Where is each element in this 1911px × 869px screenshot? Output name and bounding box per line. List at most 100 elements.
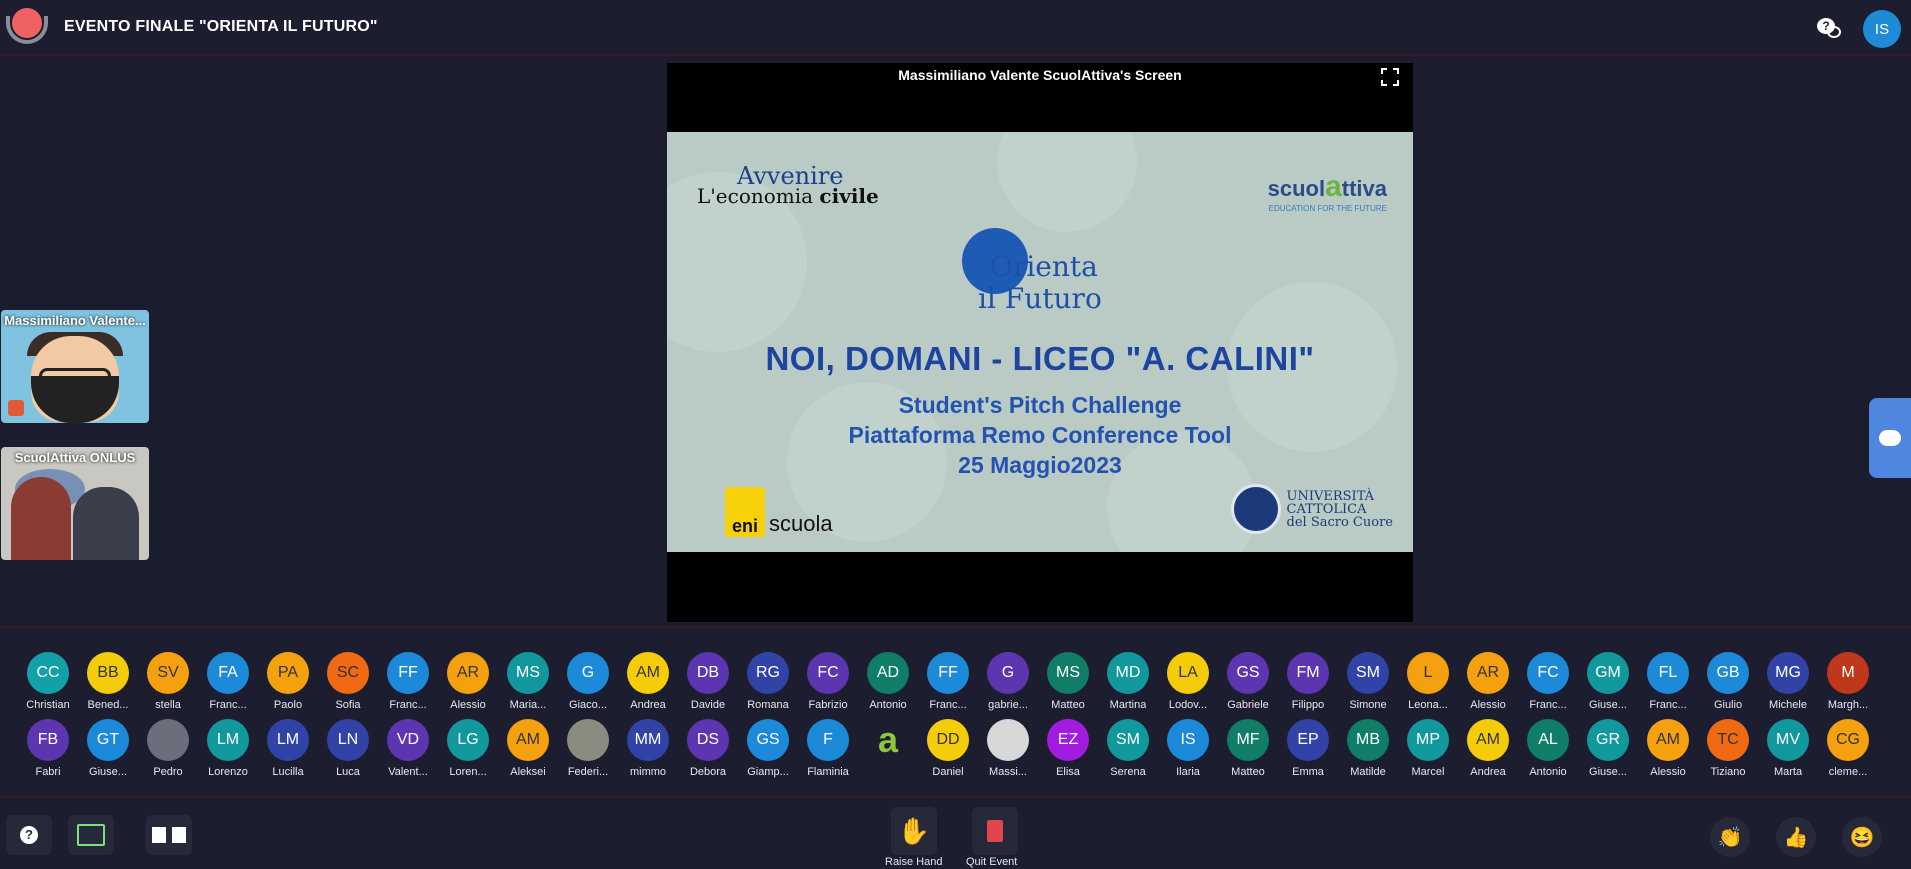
participant[interactable]: L Leona... (1398, 652, 1458, 711)
participant[interactable]: AR Alessio (438, 652, 498, 711)
participant-name: cleme... (1828, 766, 1868, 778)
participant[interactable]: GT Giuse... (78, 719, 138, 778)
participant[interactable]: AM Aleksei (498, 719, 558, 778)
cattolica-logo: UNIVERSITÀ CATTOLICA del Sacro Cuore (1230, 484, 1393, 534)
participant[interactable]: FC Franc... (1518, 652, 1578, 711)
participant[interactable]: AR Alessio (1458, 652, 1518, 711)
emoji-reaction-button[interactable]: 😆 (1842, 817, 1882, 857)
participant-avatar: F (807, 719, 849, 761)
participant-avatar: FF (927, 652, 969, 694)
participant[interactable]: LM Lorenzo (198, 719, 258, 778)
participant-avatar: SC (327, 652, 369, 694)
participant[interactable]: TC Tiziano (1698, 719, 1758, 778)
participant[interactable]: SM Simone (1338, 652, 1398, 711)
participant-avatar: a (867, 719, 909, 761)
participant[interactable]: EP Emma (1278, 719, 1338, 778)
participant[interactable]: VD Valent... (378, 719, 438, 778)
participant-name: Giamp... (747, 766, 789, 778)
participant-name: Matilde (1350, 766, 1386, 778)
participant[interactable]: AM Andrea (618, 652, 678, 711)
participant-name: Fabri (35, 766, 61, 778)
participant[interactable]: MS Matteo (1038, 652, 1098, 711)
participant[interactable]: Ggabrie... (978, 652, 1038, 711)
participant[interactable]: FC Fabrizio (798, 652, 858, 711)
participant[interactable]: DD Daniel (918, 719, 978, 778)
participant[interactable]: LN Luca (318, 719, 378, 778)
participant[interactable]: LG Loren... (438, 719, 498, 778)
clap-reaction-button[interactable]: 👏 (1710, 817, 1750, 857)
participant[interactable]: GS Giamp... (738, 719, 798, 778)
participant-name: Franc... (1649, 699, 1687, 711)
participant-avatar: IS (1167, 719, 1209, 761)
help-chat-icon[interactable]: ? (1817, 16, 1843, 42)
participant-name: Margh... (1827, 699, 1869, 711)
participant[interactable]: CC Christian (18, 652, 78, 711)
scuolattiva-logo: scuolattiva EDUCATION FOR THE FUTURE (1267, 170, 1387, 213)
participant[interactable]: FA Franc... (198, 652, 258, 711)
participant[interactable]: AM Andrea (1458, 719, 1518, 778)
participant[interactable]: a (858, 719, 918, 778)
participant[interactable]: GS Gabriele (1218, 652, 1278, 711)
grid-view-button[interactable] (146, 815, 192, 855)
participant[interactable]: MV Marta (1758, 719, 1818, 778)
participant[interactable]: MM mimmo (618, 719, 678, 778)
participant-avatar: AM (1467, 719, 1509, 761)
raise-hand-button[interactable]: ✋ (891, 807, 937, 855)
help-button[interactable]: ? (6, 815, 52, 855)
quit-event-button[interactable] (972, 807, 1018, 855)
video-tile-speaker[interactable]: Massimiliano Valente... (1, 310, 149, 423)
participant-name: mimmo (629, 766, 667, 778)
participant[interactable]: MB Matilde (1338, 719, 1398, 778)
participant[interactable]: Pedro (138, 719, 198, 778)
participant[interactable]: IS Ilaria (1158, 719, 1218, 778)
participant[interactable]: EZ Elisa (1038, 719, 1098, 778)
participant[interactable]: GB Giulio (1698, 652, 1758, 711)
participant[interactable]: SM Serena (1098, 719, 1158, 778)
participant[interactable]: F Flaminia (798, 719, 858, 778)
participant[interactable]: AD Antonio (858, 652, 918, 711)
participant[interactable]: FL Franc... (1638, 652, 1698, 711)
video-tile-scuolattiva[interactable]: ScuolAttiva ONLUS (1, 447, 149, 560)
participant-name: Matteo (1051, 699, 1085, 711)
participant[interactable]: MP Marcel (1398, 719, 1458, 778)
app-logo[interactable] (6, 6, 48, 48)
participant-name: Franc... (209, 699, 247, 711)
participant[interactable]: PA Paolo (258, 652, 318, 711)
participant[interactable]: Federi... (558, 719, 618, 778)
participant[interactable]: BB Bened... (78, 652, 138, 711)
participant[interactable]: AM Alessio (1638, 719, 1698, 778)
participant-name: Matteo (1231, 766, 1265, 778)
participant[interactable]: RG Romana (738, 652, 798, 711)
participant[interactable]: SV stella (138, 652, 198, 711)
participants-row-2: FB Fabri GT Giuse... Pedro LM Lorenzo LM Lucilla… (18, 719, 1878, 778)
participant[interactable]: G Giaco... (558, 652, 618, 711)
participant[interactable]: MF Matteo (1218, 719, 1278, 778)
chat-panel-toggle[interactable] (1869, 398, 1911, 478)
participant[interactable]: MG Michele (1758, 652, 1818, 711)
participant[interactable]: FF Franc... (378, 652, 438, 711)
presentation-view-button[interactable] (68, 815, 114, 855)
participant[interactable]: Massi... (978, 719, 1038, 778)
fullscreen-icon[interactable] (1381, 68, 1399, 86)
slide-line-3: 25 Maggio2023 (958, 452, 1122, 478)
participant[interactable]: LA Lodov... (1158, 652, 1218, 711)
participant[interactable]: DS Debora (678, 719, 738, 778)
participant[interactable]: MD Martina (1098, 652, 1158, 711)
participant-avatar: LN (327, 719, 369, 761)
participant[interactable]: DB Davide (678, 652, 738, 711)
participant[interactable]: MS Maria... (498, 652, 558, 711)
participant[interactable]: SC Sofia (318, 652, 378, 711)
user-avatar[interactable]: IS (1863, 10, 1901, 48)
participant[interactable]: AL Antonio (1518, 719, 1578, 778)
thumbs-up-reaction-button[interactable]: 👍 (1776, 817, 1816, 857)
participant-name: Luca (336, 766, 360, 778)
participant[interactable]: GM Giuse... (1578, 652, 1638, 711)
participant[interactable]: CG cleme... (1818, 719, 1878, 778)
participant-avatar: SM (1347, 652, 1389, 694)
participant[interactable]: LM Lucilla (258, 719, 318, 778)
participant[interactable]: GR Giuse... (1578, 719, 1638, 778)
participant[interactable]: FF Franc... (918, 652, 978, 711)
participant[interactable]: FM Filippo (1278, 652, 1338, 711)
participant[interactable]: M Margh... (1818, 652, 1878, 711)
participant[interactable]: FB Fabri (18, 719, 78, 778)
